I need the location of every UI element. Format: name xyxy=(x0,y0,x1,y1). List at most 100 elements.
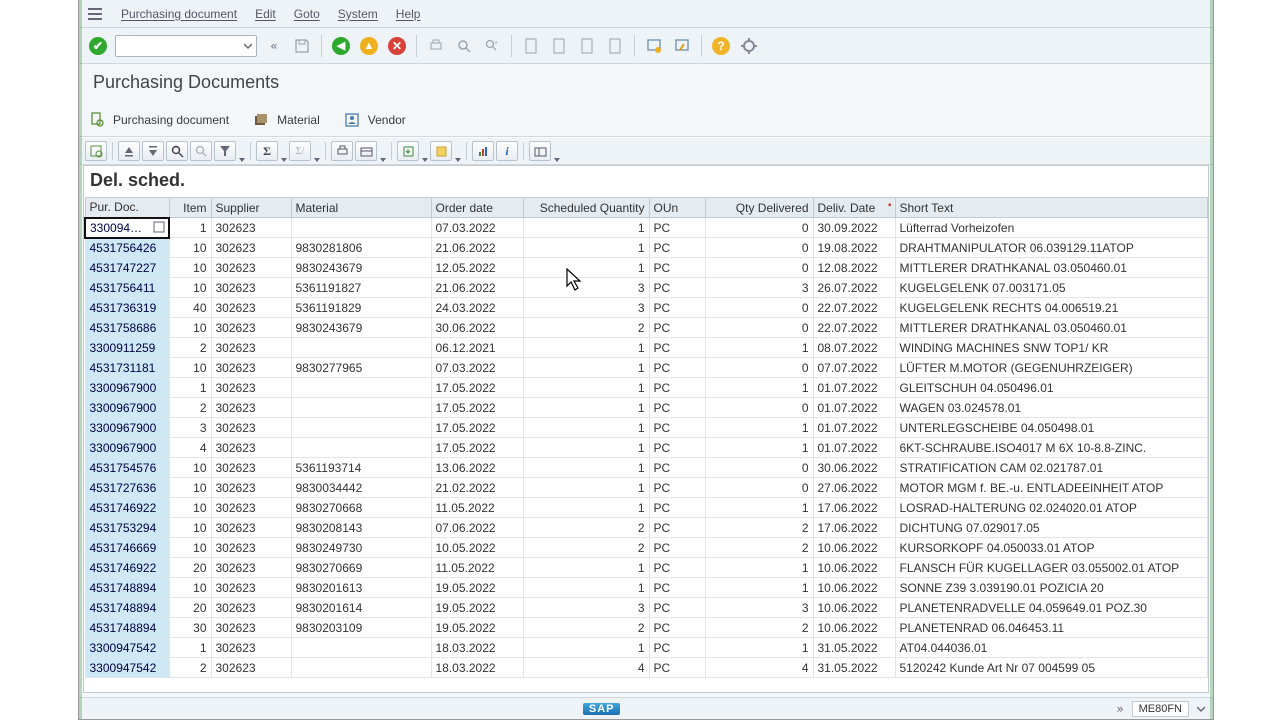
table-cell[interactable]: 9830208143 xyxy=(291,518,431,538)
table-cell[interactable]: 10 xyxy=(169,578,211,598)
table-cell[interactable]: 0 xyxy=(705,318,813,338)
help-button[interactable]: ? xyxy=(710,35,732,57)
table-cell[interactable]: KURSORKOPF 04.050033.01 ATOP xyxy=(895,538,1208,558)
table-cell[interactable]: 3 xyxy=(705,278,813,298)
table-cell[interactable]: 10.05.2022 xyxy=(431,538,523,558)
table-cell[interactable] xyxy=(291,418,431,438)
table-cell[interactable]: 0 xyxy=(705,218,813,238)
back-button[interactable]: ◀ xyxy=(330,35,352,57)
view-button[interactable] xyxy=(355,141,377,161)
table-cell[interactable]: 1 xyxy=(523,238,649,258)
change-button[interactable] xyxy=(529,141,551,161)
table-cell[interactable]: 302623 xyxy=(211,538,291,558)
table-cell[interactable]: UNTERLEGSCHEIBE 04.050498.01 xyxy=(895,418,1208,438)
table-cell[interactable]: PC xyxy=(649,398,705,418)
table-cell[interactable]: 9830249730 xyxy=(291,538,431,558)
table-cell[interactable]: 4531748894 xyxy=(85,598,169,618)
table-cell[interactable]: 0 xyxy=(705,238,813,258)
table-row[interactable]: 3300911259230262306.12.20211PC108.07.202… xyxy=(85,338,1208,358)
table-cell[interactable]: 302623 xyxy=(211,358,291,378)
table-cell[interactable]: 10 xyxy=(169,358,211,378)
table-cell[interactable]: 17.05.2022 xyxy=(431,378,523,398)
table-cell[interactable]: 4 xyxy=(705,658,813,678)
table-cell[interactable]: PC xyxy=(649,478,705,498)
table-cell[interactable]: 1 xyxy=(705,418,813,438)
table-cell[interactable]: 30 xyxy=(169,618,211,638)
table-cell[interactable]: 302623 xyxy=(211,578,291,598)
table-cell[interactable]: GLEITSCHUH 04.050496.01 xyxy=(895,378,1208,398)
table-cell[interactable]: 302623 xyxy=(211,218,291,238)
table-cell[interactable] xyxy=(291,378,431,398)
table-cell[interactable]: 21.06.2022 xyxy=(431,238,523,258)
table-cell[interactable]: 330094… xyxy=(85,218,169,238)
table-cell[interactable]: 2 xyxy=(705,518,813,538)
new-session-button[interactable] xyxy=(643,35,665,57)
table-cell[interactable]: 302623 xyxy=(211,258,291,278)
table-row[interactable]: 453172763610302623983003444221.02.20221P… xyxy=(85,478,1208,498)
vendor-button[interactable]: Vendor xyxy=(344,112,406,128)
table-cell[interactable]: 17.05.2022 xyxy=(431,438,523,458)
enter-button[interactable]: ✔ xyxy=(87,35,109,57)
table-row[interactable]: 453174722710302623983024367912.05.20221P… xyxy=(85,258,1208,278)
column-header[interactable]: Supplier xyxy=(211,198,291,218)
table-cell[interactable]: 1 xyxy=(523,378,649,398)
table-cell[interactable]: 5361191829 xyxy=(291,298,431,318)
column-header[interactable]: Material xyxy=(291,198,431,218)
table-cell[interactable]: PC xyxy=(649,658,705,678)
table-cell[interactable]: 18.03.2022 xyxy=(431,638,523,658)
table-cell[interactable]: 4531758686 xyxy=(85,318,169,338)
table-cell[interactable]: 9830270668 xyxy=(291,498,431,518)
table-cell[interactable]: 4531731181 xyxy=(85,358,169,378)
table-row[interactable]: 453174889430302623983020310919.05.20222P… xyxy=(85,618,1208,638)
table-cell[interactable]: AT04.044036.01 xyxy=(895,638,1208,658)
table-cell[interactable]: 9830243679 xyxy=(291,318,431,338)
table-cell[interactable]: 10 xyxy=(169,458,211,478)
table-cell[interactable]: 1 xyxy=(523,418,649,438)
info-button[interactable]: i xyxy=(496,141,518,161)
save-button[interactable] xyxy=(291,35,313,57)
table-cell[interactable]: 1 xyxy=(523,438,649,458)
details-button[interactable] xyxy=(85,141,107,161)
table-cell[interactable]: 10.06.2022 xyxy=(813,578,895,598)
table-cell[interactable]: 1 xyxy=(169,218,211,238)
table-cell[interactable]: 0 xyxy=(705,258,813,278)
table-cell[interactable]: 31.05.2022 xyxy=(813,658,895,678)
column-header[interactable]: Short Text xyxy=(895,198,1208,218)
table-cell[interactable]: 10.06.2022 xyxy=(813,558,895,578)
table-cell[interactable]: 4531753294 xyxy=(85,518,169,538)
chevron-down-icon[interactable] xyxy=(1197,705,1205,713)
table-cell[interactable]: 30.06.2022 xyxy=(813,458,895,478)
table-cell[interactable]: 1 xyxy=(523,638,649,658)
table-cell[interactable]: 2 xyxy=(705,618,813,638)
table-cell[interactable]: 26.07.2022 xyxy=(813,278,895,298)
table-cell[interactable]: 1 xyxy=(523,218,649,238)
table-cell[interactable]: 0 xyxy=(705,398,813,418)
table-cell[interactable]: 3300967900 xyxy=(85,418,169,438)
table-cell[interactable]: 20 xyxy=(169,598,211,618)
table-cell[interactable]: 4531748894 xyxy=(85,578,169,598)
table-cell[interactable]: PC xyxy=(649,418,705,438)
last-page-button[interactable] xyxy=(604,35,626,57)
table-cell[interactable]: 1 xyxy=(523,398,649,418)
table-cell[interactable]: 24.03.2022 xyxy=(431,298,523,318)
column-header[interactable]: Pur. Doc. xyxy=(85,198,169,218)
table-cell[interactable]: 10 xyxy=(169,238,211,258)
table-cell[interactable]: 01.07.2022 xyxy=(813,398,895,418)
table-cell[interactable]: 2 xyxy=(523,538,649,558)
table-cell[interactable]: 302623 xyxy=(211,478,291,498)
table-row[interactable]: 3300967900430262317.05.20221PC101.07.202… xyxy=(85,438,1208,458)
expand-status-icon[interactable]: » xyxy=(1116,702,1123,716)
table-cell[interactable]: 302623 xyxy=(211,458,291,478)
table-cell[interactable]: 0 xyxy=(705,478,813,498)
table-cell[interactable]: 10 xyxy=(169,518,211,538)
table-cell[interactable]: 17.06.2022 xyxy=(813,498,895,518)
table-cell[interactable]: 3300967900 xyxy=(85,378,169,398)
table-cell[interactable]: 07.03.2022 xyxy=(431,358,523,378)
menu-icon[interactable] xyxy=(87,6,103,22)
table-cell[interactable]: 20 xyxy=(169,558,211,578)
table-cell[interactable]: 22.07.2022 xyxy=(813,298,895,318)
find-grid-button[interactable] xyxy=(166,141,188,161)
table-cell[interactable]: 12.05.2022 xyxy=(431,258,523,278)
table-cell[interactable]: 10.06.2022 xyxy=(813,598,895,618)
table-cell[interactable]: PC xyxy=(649,578,705,598)
